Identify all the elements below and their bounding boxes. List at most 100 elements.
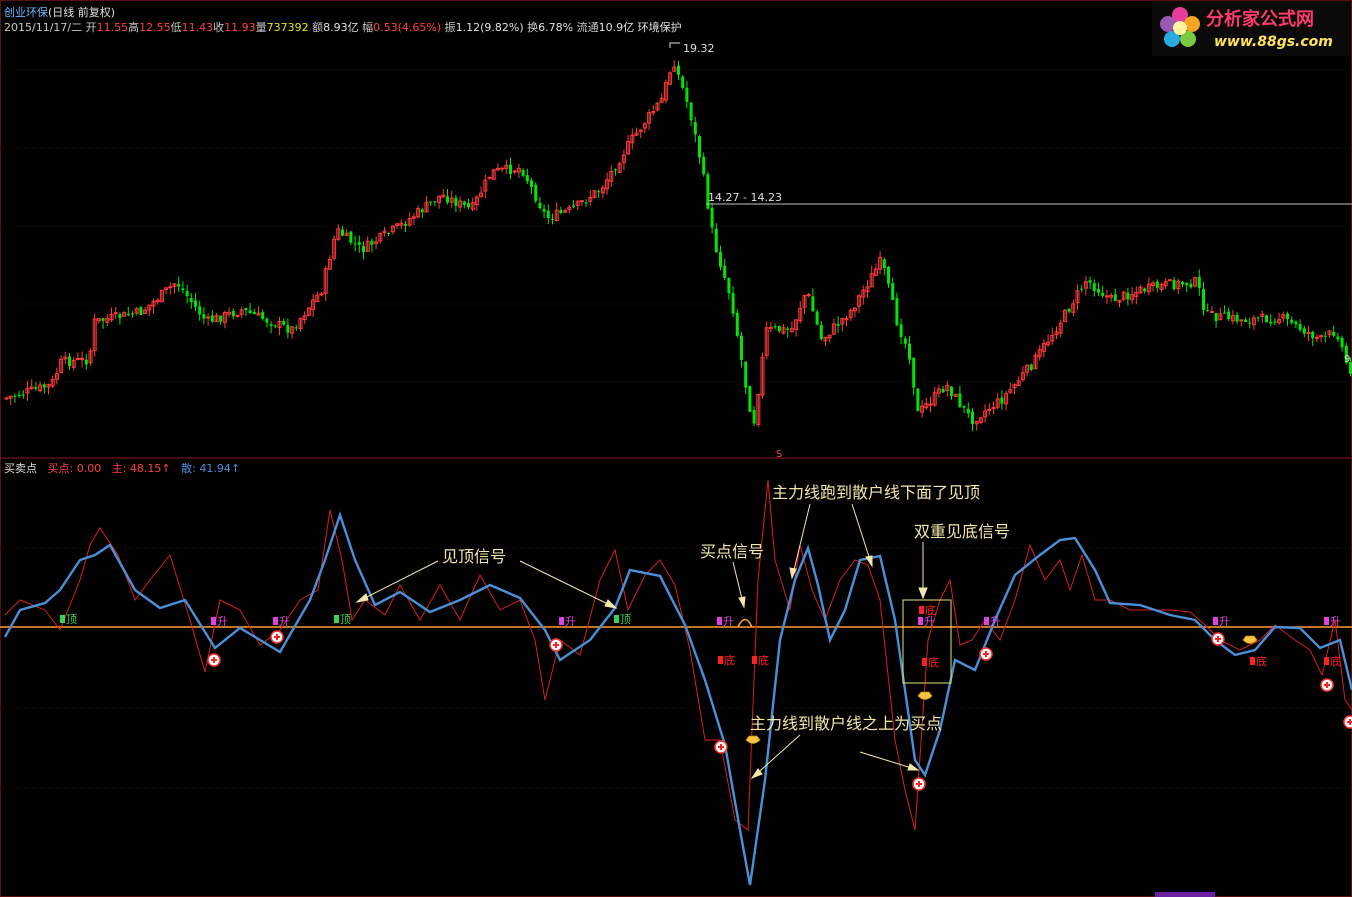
candle-body [1189,283,1193,288]
candle-body [84,359,88,365]
candle-body [1092,283,1096,291]
candle-body [735,312,739,337]
signal-rise-flag [918,617,923,625]
candle-body [370,240,374,245]
candle-body [38,384,43,392]
candle-body [454,197,458,206]
candle-body [827,334,832,339]
buy-value: 0.00 [76,462,102,475]
candle-body [1223,312,1226,314]
buy-point-icon [1343,715,1352,729]
quote-bar: 2015/11/17/二 开11.55高12.55低11.43收11.93量73… [4,21,682,34]
candle-body [924,403,929,409]
volume-label: 量 [255,21,267,34]
candle-body [42,384,46,388]
candle-body [756,393,761,426]
candle-body [315,294,320,302]
candle-body [433,201,437,203]
amplitude-value: 1.12(9.82%) [455,21,524,34]
float-label: 流通 [576,21,599,34]
candle-body [395,223,400,227]
candle-body [672,66,677,72]
candle-body [815,311,819,325]
candle-body [869,273,874,288]
indicator-name[interactable]: 买卖点 [4,462,37,475]
candle-body [378,232,383,242]
candle-body [420,209,424,213]
site-logo[interactable]: 分析家公式网 www.88gs.com [1152,0,1352,56]
candle-body [987,408,992,411]
candle-body [953,393,958,397]
candle-body [1029,364,1033,370]
open-label: 开 [85,21,97,34]
candle-body [530,180,533,187]
candle-body [621,154,626,164]
candle-body [584,202,588,204]
candle-body [592,190,597,198]
candle-body [4,397,9,400]
turnover-label: 换 [527,21,539,34]
candle-body [222,312,227,323]
candle-body [689,102,693,121]
candle-body [1008,389,1013,393]
signal-rise-flag [273,617,278,625]
candle-body [210,315,214,322]
candle-body [122,311,127,317]
retail-value: 41.94↑ [199,462,241,475]
candle-body [1306,331,1311,334]
candle-body [609,170,614,182]
candle-body [861,289,866,298]
candle-body [474,196,479,206]
candle-body [1130,294,1135,301]
candle-body [685,87,689,102]
close-value: 11.93 [224,21,256,34]
candle-body [614,169,617,171]
candle-body [1163,281,1168,287]
candle-body [131,313,134,315]
candle-body [579,200,584,203]
candle-body [479,192,484,198]
candle-body [441,194,446,198]
candle-body [177,283,181,287]
candle-body [971,411,974,424]
candle-body [1012,384,1017,389]
stock-name[interactable]: 创业环保 [4,6,48,19]
candle-body [1126,292,1130,300]
close-label: 收 [213,21,225,34]
signal-rise: 升 [924,615,935,628]
candle-body [1260,313,1265,318]
candle-body [551,219,554,221]
candle-body [768,326,773,329]
candle-body [572,205,575,207]
scroll-indicator[interactable] [1155,892,1215,897]
candle-body [840,317,845,325]
candle-body [1235,314,1239,322]
candle-body [500,167,505,170]
change-value: 0.53(4.65%) [373,21,442,34]
buy-point-icon [1320,678,1334,692]
candle-body [638,129,643,133]
candle-body [319,293,324,296]
candle-body [600,187,605,194]
candle-body [1327,330,1332,336]
candle-body [852,307,857,312]
candle-body [341,229,344,236]
candle-body [1025,364,1030,373]
candle-body [1344,345,1348,363]
candle-body [46,383,51,388]
candle-body [1332,331,1336,336]
candle-body [1185,282,1189,286]
signal-bottom-flag [718,656,723,664]
candle-body [1227,311,1231,319]
logo-title: 分析家公式网 [1206,9,1314,30]
float-value: 10.9亿 [598,21,635,34]
candle-body [265,318,269,323]
chart-canvas[interactable]: 19.32 14.27 - 14.23 S 9 顶顶顶升升升升升升升升底底底底底… [0,0,1352,897]
candle-body [261,312,265,319]
candle-body [983,410,988,418]
candle-body [714,228,718,253]
candle-body [802,295,807,308]
candle-body [966,408,970,414]
change-label: 幅 [362,21,374,34]
candle-body [407,217,412,226]
